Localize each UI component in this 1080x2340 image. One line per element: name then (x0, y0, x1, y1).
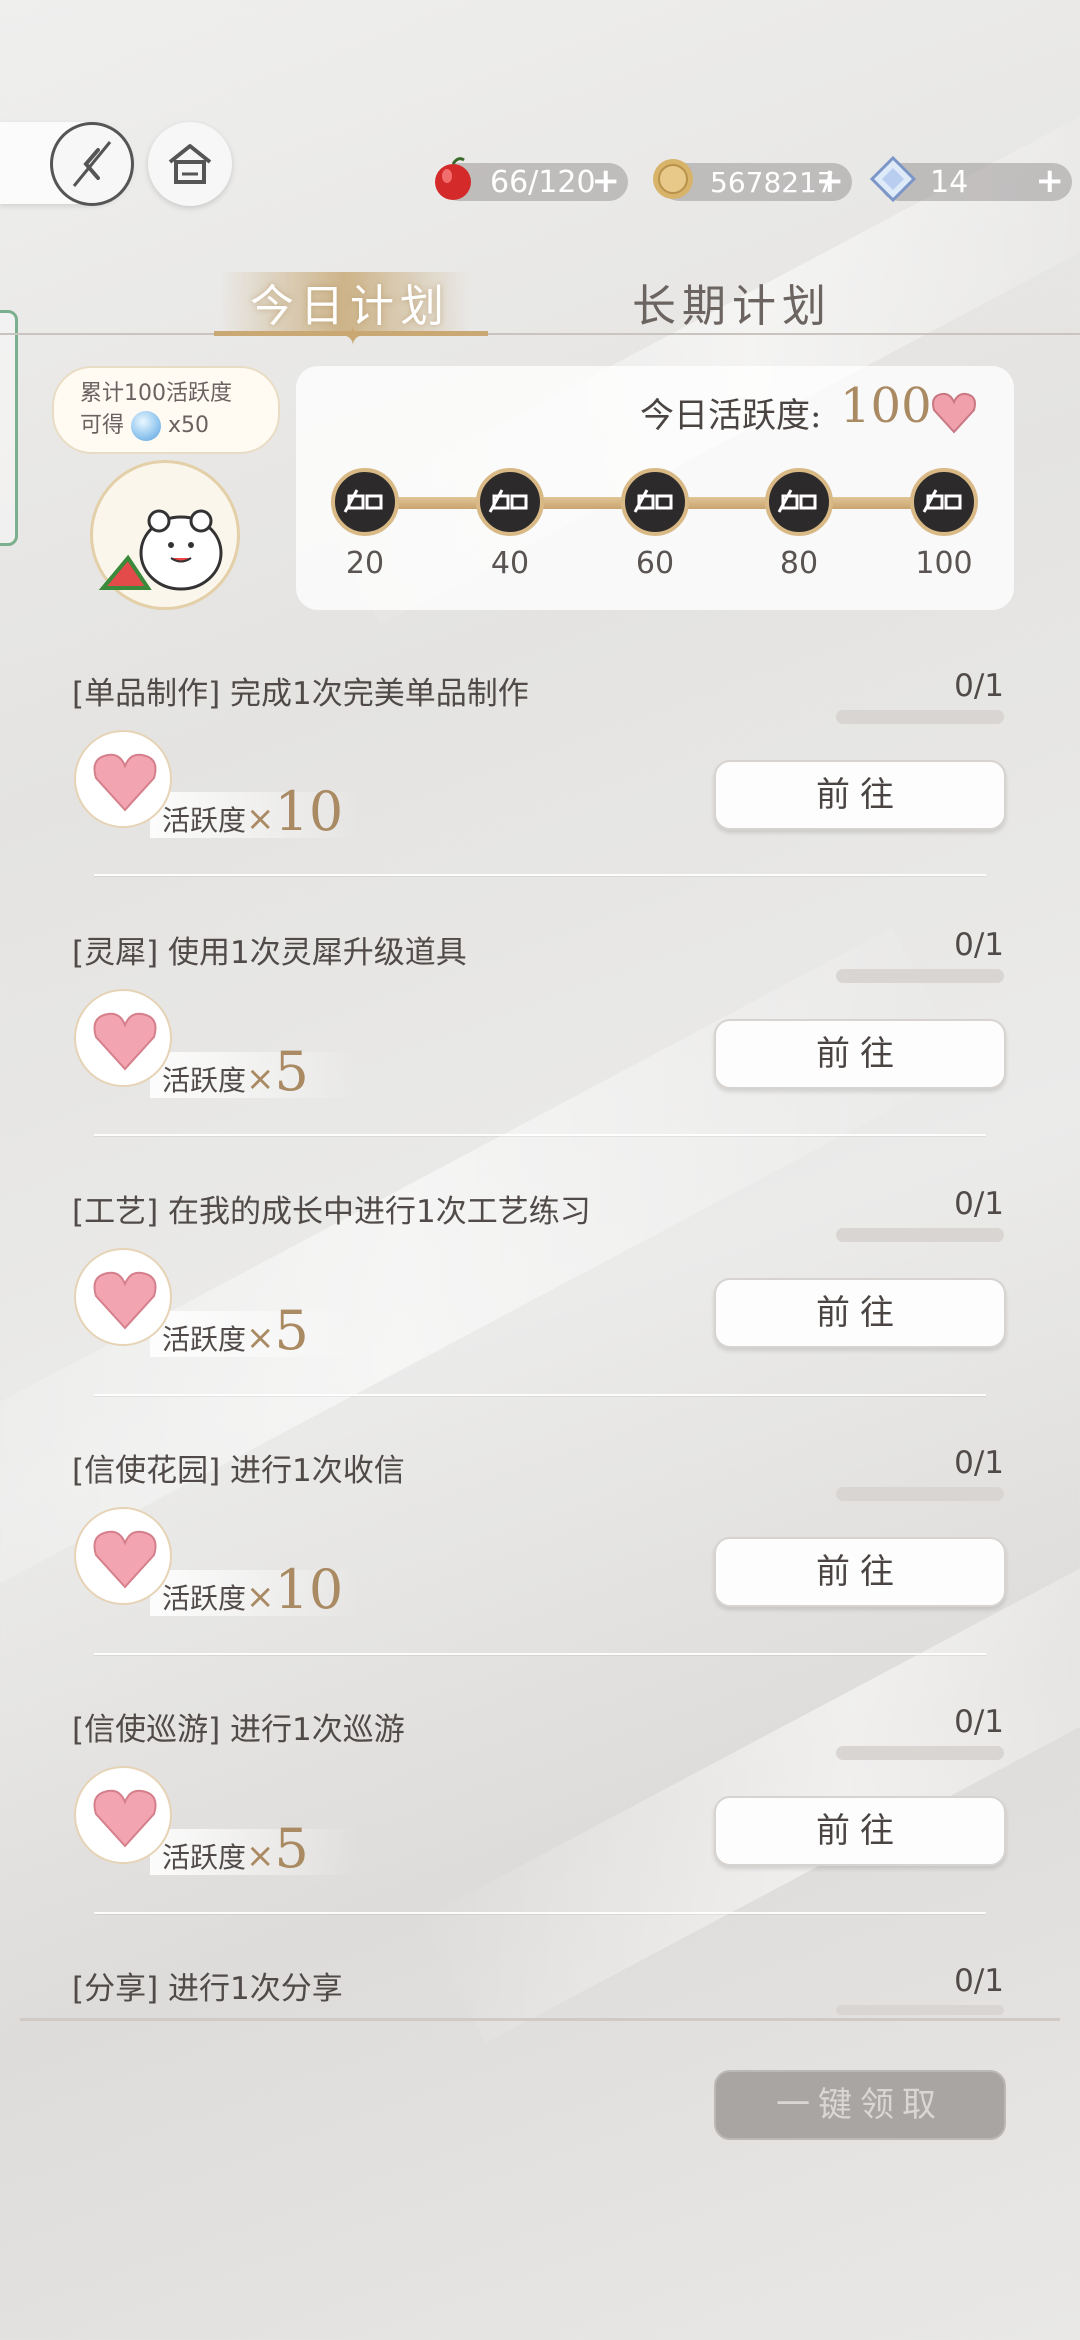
sparkle-icon: ✦ (342, 322, 364, 352)
reward-badge (74, 1507, 172, 1605)
stamina-plus-icon[interactable]: + (592, 161, 621, 201)
heart-icon (93, 1789, 157, 1848)
task-count: 0/1 (954, 1963, 1004, 1999)
bonus-line-2: 可得 x50 (80, 410, 278, 442)
reward-badge (74, 989, 172, 1087)
coin-icon (653, 159, 693, 199)
home-button[interactable] (148, 122, 232, 206)
heart-icon (93, 753, 157, 812)
back-arrow-icon (72, 141, 112, 187)
heart-icon (932, 392, 976, 434)
go-button[interactable]: 前往 (714, 1537, 1006, 1607)
glasses-reward-icon (343, 489, 383, 513)
task-title: [信使巡游] 进行1次巡游 (72, 1712, 405, 1748)
heart-icon (93, 1530, 157, 1589)
task-title: [单品制作] 完成1次完美单品制作 (72, 676, 529, 712)
coin-plus-icon[interactable]: + (816, 161, 845, 201)
task-title: [工艺] 在我的成长中进行1次工艺练习 (72, 1194, 591, 1230)
milestone-chest-20[interactable] (331, 468, 399, 536)
glasses-reward-icon (633, 489, 673, 513)
go-button[interactable]: 前往 (714, 1019, 1006, 1089)
bear-mascot-icon (98, 509, 223, 591)
task-reward: 活跃度×10 (162, 1558, 344, 1621)
glasses-reward-icon (922, 489, 962, 513)
task-progress-bar (836, 1487, 1004, 1501)
task-title: [信使花园] 进行1次收信 (72, 1453, 405, 1489)
task-progress-bar (836, 710, 1004, 724)
home-icon (168, 144, 212, 184)
milestone-label: 100 (915, 546, 973, 581)
go-button[interactable]: 前往 (714, 1278, 1006, 1348)
divider (94, 1394, 986, 1396)
milestone-label: 60 (635, 546, 675, 581)
divider (94, 1653, 986, 1655)
task-progress-bar (836, 1228, 1004, 1242)
task-progress-bar (836, 969, 1004, 983)
glasses-reward-icon (777, 489, 817, 513)
milestone-label: 20 (345, 546, 385, 581)
go-button[interactable]: 前往 (714, 760, 1006, 830)
apple-icon (435, 157, 471, 200)
milestone-label: 40 (490, 546, 530, 581)
activity-value: 100 (840, 378, 932, 434)
back-button[interactable] (50, 122, 134, 206)
reward-badge (74, 1766, 172, 1864)
diamond-plus-icon[interactable]: + (1036, 161, 1065, 201)
stamina-resource[interactable]: 66/120 + (435, 157, 628, 201)
diamond-icon (869, 155, 917, 203)
divider (94, 1134, 986, 1136)
crystal-gem-icon (131, 411, 162, 441)
bonus-tip-bubble: 累计100活跃度 可得 x50 (52, 366, 280, 454)
divider (94, 1912, 986, 1914)
milestone-label: 80 (779, 546, 819, 581)
task-count: 0/1 (954, 1445, 1004, 1481)
diamond-resource[interactable]: 14 + (869, 155, 1072, 203)
mascot-avatar[interactable] (90, 460, 240, 610)
side-panel-edge (0, 310, 18, 546)
coin-resource[interactable]: 5678217 + (653, 159, 852, 201)
glasses-reward-icon (488, 489, 528, 513)
task-progress-bar (836, 1746, 1004, 1760)
task-reward: 活跃度×5 (162, 1040, 309, 1103)
bonus-line-1: 累计100活跃度 (80, 381, 232, 406)
milestone-chest-40[interactable] (476, 468, 544, 536)
list-bottom-divider (20, 2018, 1060, 2021)
go-button[interactable]: 前往 (714, 1796, 1006, 1866)
tab-long-term-plan[interactable]: 长期计划 (632, 270, 832, 334)
task-count: 0/1 (954, 668, 1004, 704)
divider (94, 874, 986, 876)
task-reward: 活跃度×5 (162, 1817, 309, 1880)
milestone-chest-100[interactable] (910, 468, 978, 536)
reward-badge (74, 1248, 172, 1346)
task-count: 0/1 (954, 1186, 1004, 1222)
task-count: 0/1 (954, 927, 1004, 963)
task-title: [分享] 进行1次分享 (72, 1971, 343, 2007)
claim-all-button[interactable]: 一键领取 (714, 2070, 1006, 2140)
task-reward: 活跃度×5 (162, 1299, 309, 1362)
reward-badge (74, 730, 172, 828)
task-title: [灵犀] 使用1次灵犀升级道具 (72, 935, 467, 971)
milestone-chest-80[interactable] (765, 468, 833, 536)
task-reward: 活跃度×10 (162, 780, 344, 843)
activity-label: 今日活跃度: (640, 396, 822, 436)
task-count: 0/1 (954, 1704, 1004, 1740)
heart-icon (93, 1012, 157, 1071)
tab-divider (0, 333, 1080, 335)
heart-icon (93, 1271, 157, 1330)
task-progress-bar (836, 2005, 1004, 2015)
milestone-chest-60[interactable] (621, 468, 689, 536)
